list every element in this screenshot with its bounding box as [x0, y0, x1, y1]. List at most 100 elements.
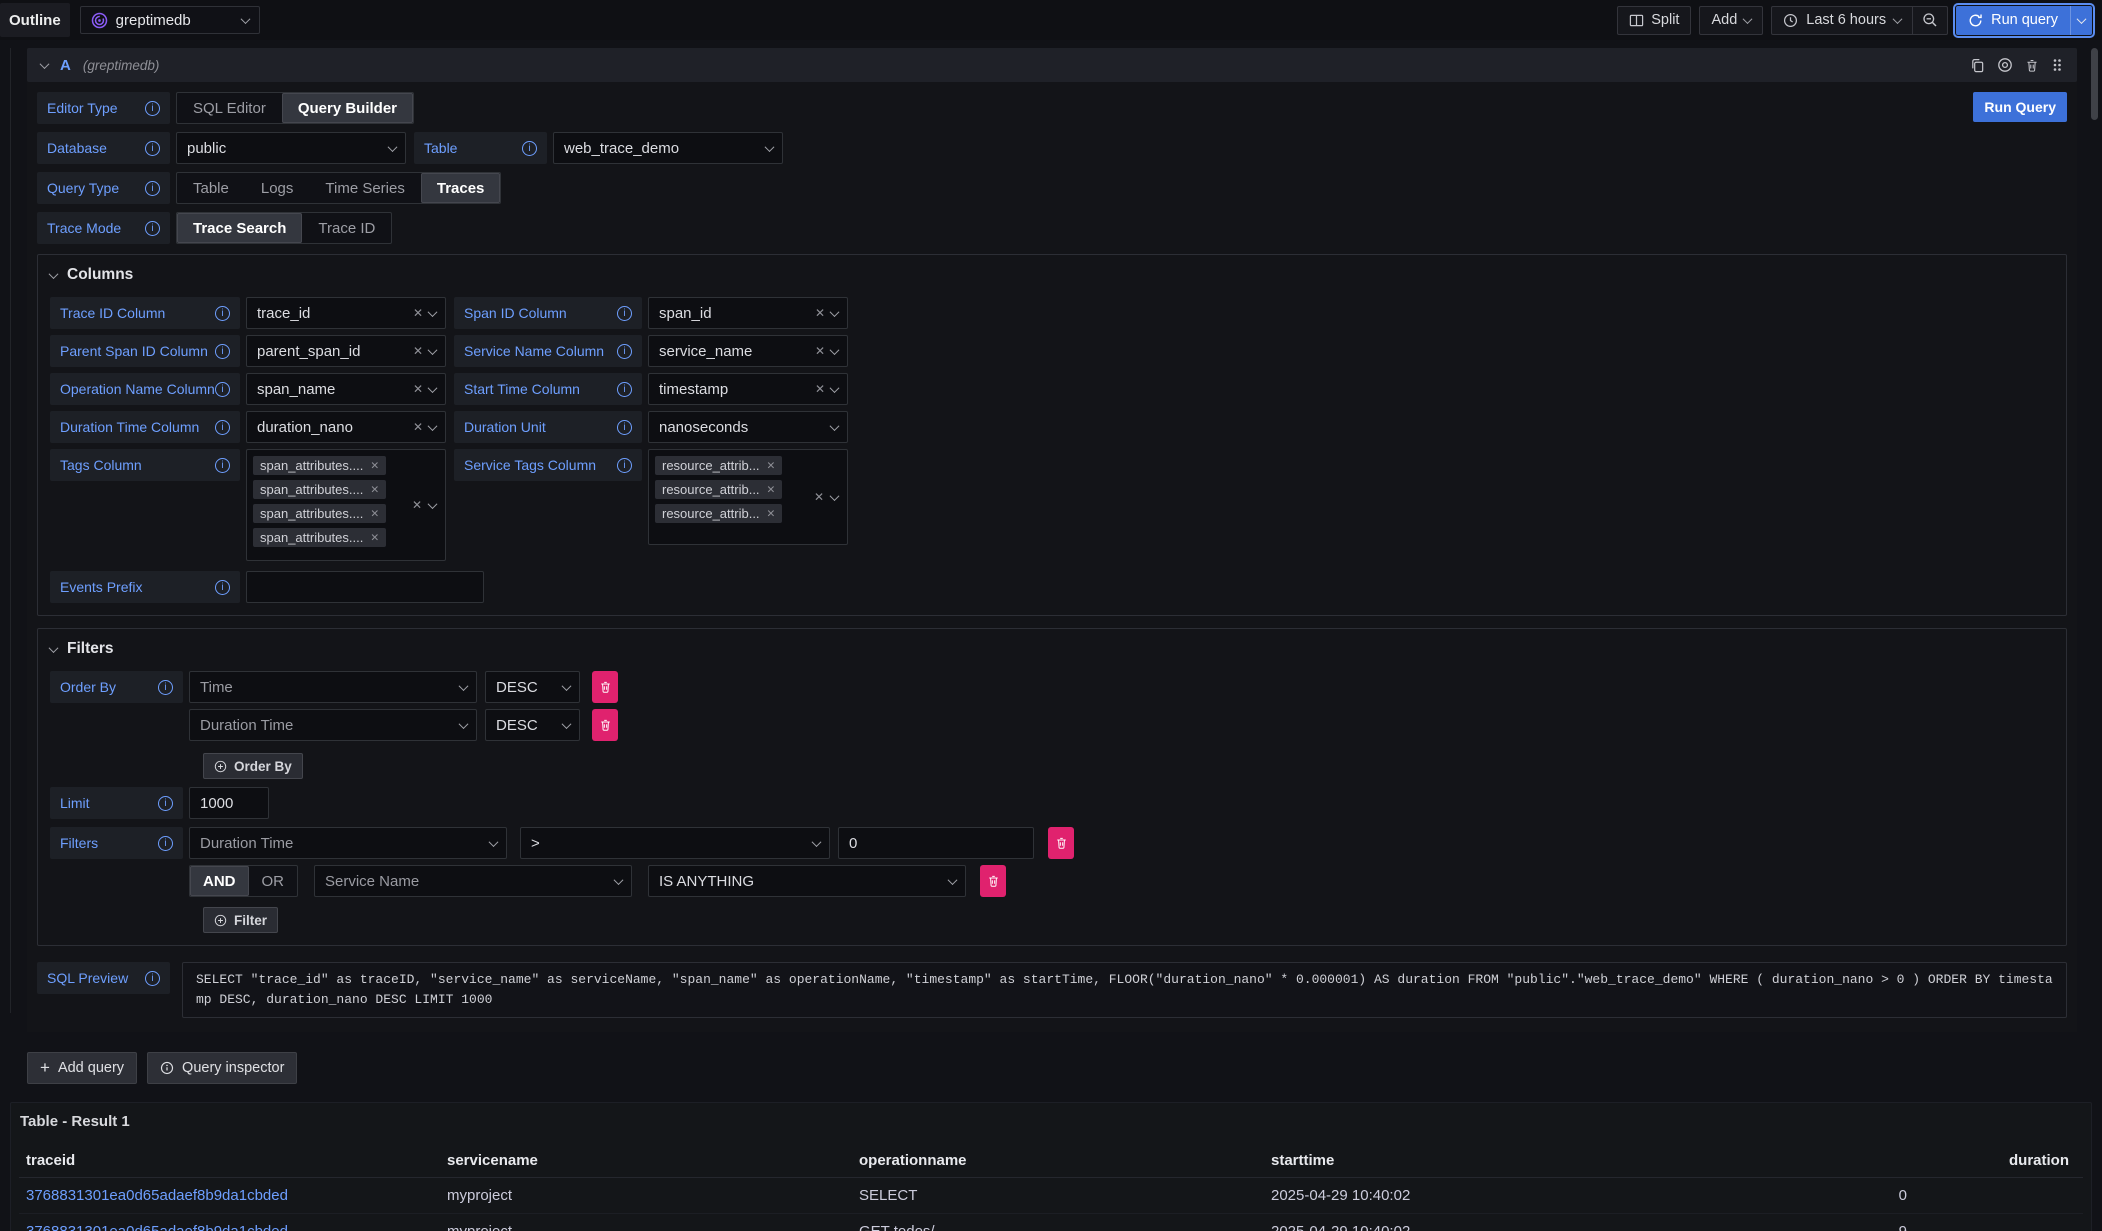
- duplicate-query-icon[interactable]: [1970, 58, 1985, 73]
- remove-query-trash-icon[interactable]: [2025, 58, 2039, 73]
- add-button[interactable]: Add: [1699, 6, 1763, 35]
- remove-chip-icon[interactable]: [370, 532, 379, 544]
- col-header-servicename[interactable]: servicename: [440, 1152, 852, 1169]
- events-prefix-input[interactable]: [246, 571, 484, 603]
- scrollbar-thumb[interactable]: [2091, 48, 2098, 120]
- remove-chip-icon[interactable]: [370, 508, 379, 520]
- option-traces[interactable]: Traces: [421, 173, 501, 203]
- info-icon[interactable]: [617, 458, 632, 473]
- filter-operator-select[interactable]: IS ANYTHING: [648, 865, 966, 897]
- remove-chip-icon[interactable]: [767, 508, 776, 520]
- option-or[interactable]: OR: [249, 866, 298, 896]
- time-range-picker[interactable]: Last 6 hours: [1772, 7, 1912, 34]
- option-trace-search[interactable]: Trace Search: [177, 213, 302, 243]
- option-sql-editor[interactable]: SQL Editor: [177, 93, 282, 123]
- order-by-direction-select[interactable]: DESC: [485, 709, 580, 741]
- limit-input[interactable]: [189, 787, 269, 819]
- tags-column-multiselect[interactable]: span_attributes.... span_attributes.... …: [246, 449, 446, 561]
- info-icon[interactable]: [145, 221, 160, 236]
- remove-order-by-button[interactable]: [592, 709, 618, 741]
- info-icon[interactable]: [522, 141, 537, 156]
- option-query-builder[interactable]: Query Builder: [282, 93, 413, 123]
- add-order-by-button[interactable]: Order By: [203, 753, 303, 779]
- service-tags-column-multiselect[interactable]: resource_attrib... resource_attrib... re…: [648, 449, 848, 545]
- info-icon[interactable]: [215, 306, 230, 321]
- zoom-out-time-button[interactable]: [1912, 7, 1947, 34]
- trace-id-column-select[interactable]: trace_id: [246, 297, 446, 329]
- info-icon[interactable]: [215, 458, 230, 473]
- start-time-column-select[interactable]: timestamp: [648, 373, 848, 405]
- col-header-starttime[interactable]: starttime: [1264, 1152, 1676, 1169]
- info-icon[interactable]: [215, 580, 230, 595]
- col-header-traceid[interactable]: traceid: [19, 1152, 440, 1169]
- clear-icon[interactable]: [815, 382, 825, 396]
- table-select[interactable]: web_trace_demo: [553, 132, 783, 164]
- remove-order-by-button[interactable]: [592, 671, 618, 703]
- clear-icon[interactable]: [413, 344, 423, 358]
- span-id-column-select[interactable]: span_id: [648, 297, 848, 329]
- duration-time-column-select[interactable]: duration_nano: [246, 411, 446, 443]
- clear-icon[interactable]: [815, 306, 825, 320]
- collapse-chevron-icon[interactable]: [40, 59, 50, 69]
- add-filter-button[interactable]: Filter: [203, 907, 278, 933]
- info-icon[interactable]: [215, 344, 230, 359]
- info-icon[interactable]: [158, 680, 173, 695]
- disable-query-eye-icon[interactable]: [1997, 57, 2013, 73]
- info-icon[interactable]: [617, 420, 632, 435]
- remove-filter-button[interactable]: [1048, 827, 1074, 859]
- clear-icon[interactable]: [815, 344, 825, 358]
- database-select[interactable]: public: [176, 132, 406, 164]
- run-query-dropdown-caret[interactable]: [2070, 6, 2092, 35]
- clear-icon[interactable]: [413, 306, 423, 320]
- trace-id-link[interactable]: 3768831301ea0d65adaef8b9da1cbded: [19, 1223, 440, 1231]
- filter-value-input[interactable]: [838, 827, 1034, 859]
- info-icon[interactable]: [145, 141, 160, 156]
- run-query-inline-button[interactable]: Run Query: [1973, 92, 2067, 122]
- option-logs[interactable]: Logs: [245, 173, 310, 203]
- info-icon[interactable]: [617, 382, 632, 397]
- order-by-direction-select[interactable]: DESC: [485, 671, 580, 703]
- info-icon[interactable]: [145, 181, 160, 196]
- filter-field-select[interactable]: Service Name: [314, 865, 632, 897]
- option-time-series[interactable]: Time Series: [309, 173, 420, 203]
- info-icon[interactable]: [145, 101, 160, 116]
- operation-name-column-select[interactable]: span_name: [246, 373, 446, 405]
- drag-handle-grip-icon[interactable]: [2051, 57, 2063, 73]
- query-row-header[interactable]: A (greptimedb): [27, 48, 2077, 82]
- remove-chip-icon[interactable]: [370, 484, 379, 496]
- clear-icon[interactable]: [413, 420, 423, 434]
- order-by-field-select[interactable]: Duration Time: [189, 709, 477, 741]
- info-icon[interactable]: [215, 420, 230, 435]
- remove-filter-button[interactable]: [980, 865, 1006, 897]
- col-header-duration[interactable]: duration: [1676, 1152, 2083, 1169]
- service-name-column-select[interactable]: service_name: [648, 335, 848, 367]
- info-icon[interactable]: [158, 836, 173, 851]
- filter-field-select[interactable]: Duration Time: [189, 827, 507, 859]
- run-query-button[interactable]: Run query: [1956, 6, 2070, 35]
- info-icon[interactable]: [145, 971, 160, 986]
- trace-id-link[interactable]: 3768831301ea0d65adaef8b9da1cbded: [19, 1187, 440, 1204]
- clear-icon[interactable]: [413, 382, 423, 396]
- info-icon[interactable]: [617, 344, 632, 359]
- option-trace-id[interactable]: Trace ID: [302, 213, 391, 243]
- split-button[interactable]: Split: [1617, 6, 1691, 35]
- outline-toggle[interactable]: Outline: [0, 3, 70, 37]
- order-by-field-select[interactable]: Time: [189, 671, 477, 703]
- remove-chip-icon[interactable]: [767, 484, 776, 496]
- columns-section-header[interactable]: Columns: [50, 265, 2054, 285]
- clear-all-icon[interactable]: [814, 490, 824, 504]
- remove-chip-icon[interactable]: [767, 460, 776, 472]
- filters-section-header[interactable]: Filters: [50, 639, 2054, 659]
- option-and[interactable]: AND: [190, 866, 249, 896]
- option-table[interactable]: Table: [177, 173, 245, 203]
- add-query-button[interactable]: Add query: [27, 1052, 137, 1084]
- filter-operator-select[interactable]: >: [520, 827, 830, 859]
- datasource-picker[interactable]: greptimedb: [80, 6, 260, 34]
- parent-span-id-column-select[interactable]: parent_span_id: [246, 335, 446, 367]
- info-icon[interactable]: [215, 382, 230, 397]
- clear-all-icon[interactable]: [412, 498, 422, 512]
- info-icon[interactable]: [617, 306, 632, 321]
- col-header-operationname[interactable]: operationname: [852, 1152, 1264, 1169]
- query-inspector-button[interactable]: Query inspector: [147, 1052, 297, 1084]
- duration-unit-select[interactable]: nanoseconds: [648, 411, 848, 443]
